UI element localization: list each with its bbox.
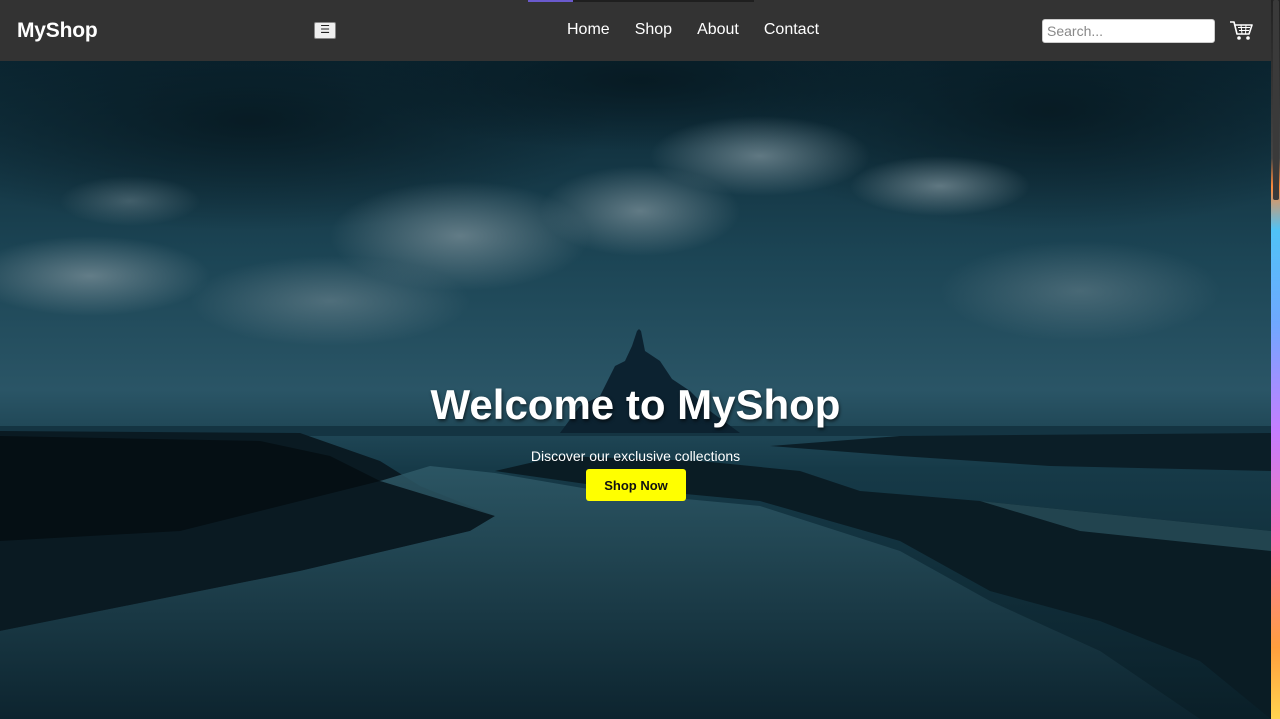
nav-link-contact[interactable]: Contact xyxy=(764,21,819,39)
nav-link-home[interactable]: Home xyxy=(567,21,610,39)
top-navbar: MyShop ☰ Home Shop About Contact xyxy=(0,0,1271,61)
hero-subtitle: Discover our exclusive collections xyxy=(530,448,741,464)
hero-banner: Welcome to MyShop Discover our exclusive… xyxy=(0,61,1271,719)
nav-link-shop[interactable]: Shop xyxy=(635,21,672,39)
cart-icon[interactable] xyxy=(1229,20,1253,42)
scrollbar-thumb[interactable] xyxy=(1273,0,1279,200)
hero-title: Welcome to MyShop xyxy=(430,381,841,428)
brand-logo[interactable]: MyShop xyxy=(17,19,98,43)
nav-link-about[interactable]: About xyxy=(697,21,739,39)
page-scrollbar[interactable] xyxy=(1271,0,1280,719)
search-input[interactable] xyxy=(1042,19,1215,43)
shop-now-button[interactable]: Shop Now xyxy=(586,469,686,501)
main-nav: Home Shop About Contact xyxy=(567,21,844,39)
menu-toggle-button[interactable]: ☰ xyxy=(314,22,336,39)
loading-indicator xyxy=(528,0,754,2)
